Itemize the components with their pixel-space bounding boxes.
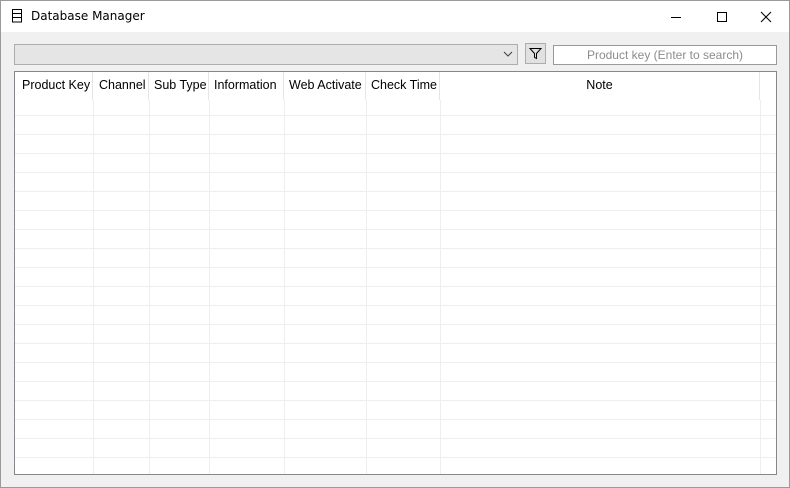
grid-row-line [15,286,776,287]
grid-column-line [760,100,761,474]
grid-row-line [15,229,776,230]
grid-column-line [93,100,94,474]
column-header-information[interactable]: Information [209,72,284,100]
chevron-down-icon [503,51,513,57]
grid-row-line [15,438,776,439]
maximize-button[interactable] [699,1,745,32]
product-key-search-input[interactable] [553,45,777,65]
title-bar[interactable]: Database Manager [1,1,789,32]
grid-row-line [15,267,776,268]
grid-row-line [15,324,776,325]
minimize-icon [671,16,681,18]
grid-row-line [15,248,776,249]
grid-row-line [15,343,776,344]
grid-row-line [15,362,776,363]
grid-row-line [15,134,776,135]
column-header-web-activate[interactable]: Web Activate [284,72,366,100]
database-select-combobox[interactable] [14,44,518,65]
column-header-note[interactable]: Note [440,72,760,100]
column-header-sub-type[interactable]: Sub Type [149,72,209,100]
product-key-table[interactable]: Product Key Channel Sub Type Information… [14,71,777,475]
grid-row-line [15,400,776,401]
grid-column-line [149,100,150,474]
window-title: Database Manager [31,9,145,23]
column-header-product-key[interactable]: Product Key [15,72,93,100]
grid-column-line [284,100,285,474]
database-icon [12,9,22,23]
grid-row-line [15,153,776,154]
grid-column-line [209,100,210,474]
grid-row-line [15,419,776,420]
column-header-channel[interactable]: Channel [93,72,149,100]
grid-row-line [15,191,776,192]
grid-row-line [15,457,776,458]
column-header-check-time[interactable]: Check Time [366,72,440,100]
filter-button[interactable] [525,43,546,64]
close-icon [760,11,772,22]
maximize-icon [717,11,727,22]
close-button[interactable] [743,1,789,32]
filter-icon [529,48,542,60]
table-body [15,100,776,474]
grid-row-line [15,172,776,173]
grid-row-line [15,115,776,116]
grid-row-line [15,305,776,306]
grid-column-line [366,100,367,474]
grid-row-line [15,210,776,211]
grid-row-line [15,381,776,382]
table-header: Product Key Channel Sub Type Information… [15,72,776,100]
grid-column-line [440,100,441,474]
minimize-button[interactable] [653,1,699,32]
database-manager-window: Database Manager Product key (Enter to s… [0,0,790,488]
